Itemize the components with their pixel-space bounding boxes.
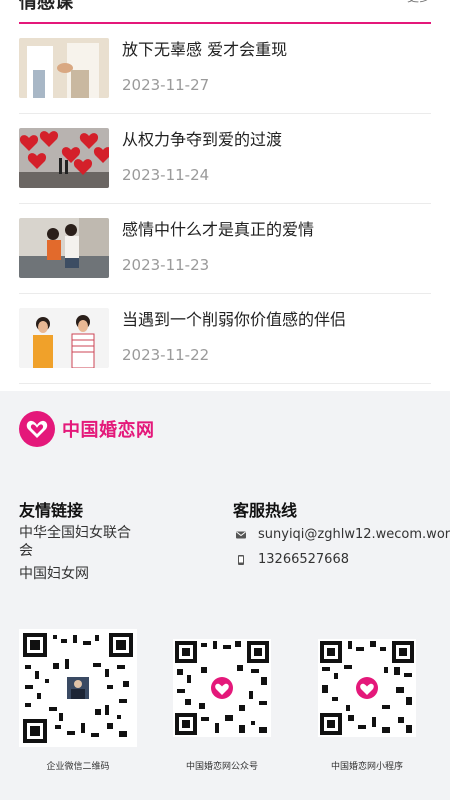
brand-name: 中国婚恋网 — [62, 420, 155, 441]
friend-link[interactable]: 中华全国妇女联合会 — [19, 524, 141, 560]
service-title: 客服热线 — [233, 501, 298, 520]
page-footer: 中国婚恋网 友情链接 中华全国妇女联合会 中国妇女网 客服热线 sunyiqi@… — [0, 391, 450, 800]
qr-mini-program: 中国婚恋网小程序 — [308, 629, 426, 772]
article-thumbnail[interactable] — [19, 128, 109, 188]
article-thumbnail[interactable] — [19, 308, 109, 368]
more-link[interactable]: 更多 — [407, 0, 431, 5]
section-header: 情感课 更多 — [19, 0, 431, 24]
qr-official-account: 中国婚恋网公众号 — [163, 629, 281, 772]
article-title[interactable]: 从权力争夺到爱的过渡 — [122, 126, 282, 150]
qr-caption: 中国婚恋网小程序 — [330, 762, 403, 772]
qr-caption: 企业微信二维码 — [46, 762, 110, 772]
heart-logo-icon — [19, 411, 55, 447]
qr-code — [19, 629, 137, 747]
article-date: 2023-11-22 — [122, 346, 210, 364]
article-item[interactable]: 放下无辜感 爱才会重现 2023-11-27 — [19, 24, 431, 114]
phone-text[interactable]: 13266527668 — [258, 552, 349, 567]
article-date: 2023-11-23 — [122, 256, 210, 274]
article-item[interactable]: 感情中什么才是真正的爱情 2023-11-23 — [19, 204, 431, 294]
qr-caption: 中国婚恋网公众号 — [185, 762, 258, 772]
qr-code — [163, 629, 281, 747]
article-thumbnail[interactable] — [19, 38, 109, 98]
email-text[interactable]: sunyiqi@zghlw12.wecom.work — [258, 527, 450, 542]
qr-wecom: 企业微信二维码 — [19, 629, 137, 772]
article-item[interactable]: 从权力争夺到爱的过渡 2023-11-24 — [19, 114, 431, 204]
qr-code — [308, 629, 426, 747]
article-date: 2023-11-24 — [122, 166, 210, 184]
section-title: 情感课 — [19, 0, 73, 13]
email-row[interactable]: sunyiqi@zghlw12.wecom.work — [236, 527, 450, 542]
phone-row[interactable]: 13266527668 — [236, 552, 349, 567]
article-title[interactable]: 当遇到一个削弱你价值感的伴侣 — [122, 306, 346, 330]
links-title: 友情链接 — [19, 501, 84, 520]
article-date: 2023-11-27 — [122, 76, 210, 94]
friend-link[interactable]: 中国妇女网 — [19, 565, 89, 583]
article-title[interactable]: 放下无辜感 爱才会重现 — [122, 36, 287, 60]
mail-icon — [236, 531, 246, 538]
article-title[interactable]: 感情中什么才是真正的爱情 — [122, 216, 314, 240]
article-item[interactable]: 当遇到一个削弱你价值感的伴侣 2023-11-22 — [19, 294, 431, 384]
article-thumbnail[interactable] — [19, 218, 109, 278]
phone-icon — [238, 554, 244, 565]
brand-logo[interactable]: 中国婚恋网 — [19, 410, 155, 448]
